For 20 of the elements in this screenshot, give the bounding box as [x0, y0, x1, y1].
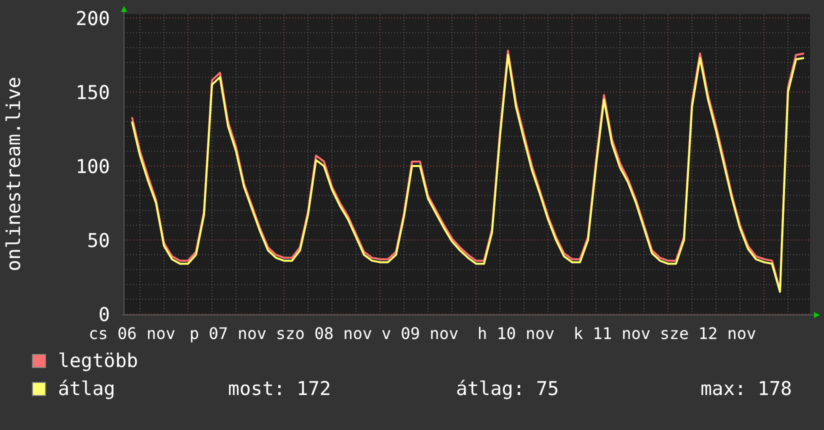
axis-label: 100	[76, 156, 110, 178]
axis-title: onlinestream.live	[3, 76, 25, 272]
axis-label: 0	[98, 304, 110, 326]
axis-label: h 10 nov	[477, 324, 555, 343]
axis-label: p 07 nov	[189, 324, 267, 343]
legend-stat: átlag: 75	[456, 378, 560, 400]
legend-label: legtöbb	[58, 350, 140, 372]
axis-label: k 11 nov	[573, 324, 651, 343]
axis-label: 150	[76, 82, 110, 104]
axis-label: 50	[87, 230, 110, 252]
legend-stat: most: 172	[228, 378, 332, 400]
legend-swatch	[32, 354, 46, 368]
legend-label: átlag	[58, 378, 116, 400]
axis-label: cs 06 nov	[88, 324, 176, 343]
axis-label: v 09 nov	[381, 324, 459, 343]
axis-label: szo 08 nov	[276, 324, 372, 343]
axis-label: sze 12 nov	[660, 324, 756, 343]
legend-swatch	[32, 382, 46, 396]
legend-stat: max: 178	[700, 378, 792, 400]
axis-label: 200	[76, 8, 110, 30]
